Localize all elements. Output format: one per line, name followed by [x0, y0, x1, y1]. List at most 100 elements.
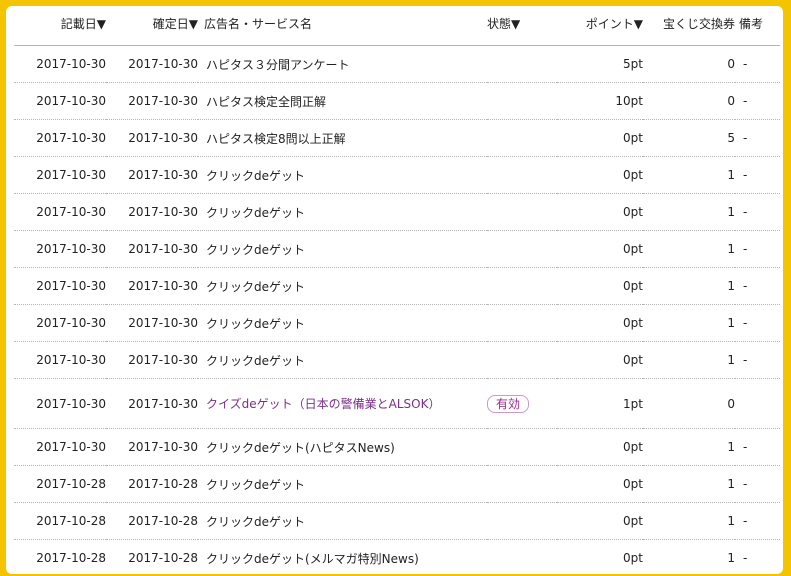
confirm-date-cell: 2017-10-30	[106, 119, 198, 157]
ad-name-cell: クリックdeゲット	[198, 465, 487, 503]
confirm-date-cell: 2017-10-30	[106, 267, 198, 305]
record-date-cell: 2017-10-30	[14, 45, 106, 83]
table-row: 2017-10-28 2017-10-28 クリックdeゲット 0pt 1-	[14, 502, 780, 540]
table-row: 2017-10-30 2017-10-30 クリックdeゲット 0pt 1-	[14, 230, 780, 268]
points-cell: 0pt	[557, 465, 643, 503]
status-cell	[487, 45, 557, 83]
table-row: 2017-10-28 2017-10-28 クリックdeゲット 0pt 1-	[14, 465, 780, 503]
status-cell	[487, 156, 557, 194]
sort-points[interactable]: ポイント▼	[557, 14, 643, 46]
confirm-date-cell: 2017-10-30	[106, 45, 198, 83]
lottery-cell: 5	[643, 119, 735, 157]
remarks-cell: -	[735, 428, 780, 466]
sort-record-date[interactable]: 記載日▼	[14, 14, 106, 46]
header-lottery: 宝くじ交換券	[643, 14, 735, 46]
points-cell: 0pt	[557, 267, 643, 305]
history-panel: 記載日▼ 確定日▼ 広告名・サービス名 状態▼ ポイント▼ 宝くじ交換券 備考 …	[6, 6, 783, 574]
table-row: 2017-10-30 2017-10-30 クリックdeゲット 0pt 1-	[14, 156, 780, 194]
confirm-date-cell: 2017-10-28	[106, 465, 198, 503]
confirm-date-cell: 2017-10-30	[106, 193, 198, 231]
points-cell: 0pt	[557, 193, 643, 231]
record-date-cell: 2017-10-28	[14, 465, 106, 503]
lottery-cell: 1	[643, 230, 735, 268]
confirm-date-cell: 2017-10-28	[106, 539, 198, 574]
ad-name-cell: クイズdeゲット（日本の警備業とALSOK）	[198, 378, 487, 429]
record-date-cell: 2017-10-30	[14, 119, 106, 157]
status-cell	[487, 193, 557, 231]
points-cell: 0pt	[557, 341, 643, 379]
status-cell	[487, 82, 557, 120]
status-badge: 有効	[487, 394, 530, 413]
table-row: 2017-10-30 2017-10-30 ハピタス検定全問正解 10pt 0-	[14, 82, 780, 120]
lottery-cell: 0	[643, 45, 735, 83]
remarks-cell: -	[735, 502, 780, 540]
status-cell	[487, 502, 557, 540]
lottery-cell: 1	[643, 267, 735, 305]
points-cell: 0pt	[557, 502, 643, 540]
ad-name-cell: クリックdeゲット(メルマガ特別News)	[198, 539, 487, 574]
points-cell: 0pt	[557, 428, 643, 466]
remarks-cell: -	[735, 156, 780, 194]
ad-name-cell: クリックdeゲット	[198, 304, 487, 342]
record-date-cell: 2017-10-28	[14, 539, 106, 574]
lottery-cell: 1	[643, 304, 735, 342]
status-cell: 有効	[487, 378, 557, 429]
sort-status[interactable]: 状態▼	[487, 14, 557, 46]
remarks-cell: -	[735, 82, 780, 120]
lottery-cell: 1	[643, 539, 735, 574]
remarks-cell: -	[735, 341, 780, 379]
points-cell: 1pt	[557, 378, 643, 429]
remarks-cell: -	[735, 304, 780, 342]
status-cell	[487, 428, 557, 466]
header-remarks: 備考	[735, 14, 780, 46]
table-row: 2017-10-30 2017-10-30 ハピタス検定8問以上正解 0pt 5-	[14, 119, 780, 157]
record-date-cell: 2017-10-30	[14, 341, 106, 379]
remarks-cell: -	[735, 193, 780, 231]
table-row: 2017-10-30 2017-10-30 クイズdeゲット（日本の警備業とALSO…	[14, 378, 780, 429]
remarks-cell: -	[735, 539, 780, 574]
status-cell	[487, 304, 557, 342]
record-date-cell: 2017-10-30	[14, 428, 106, 466]
record-date-cell: 2017-10-30	[14, 193, 106, 231]
confirm-date-cell: 2017-10-30	[106, 341, 198, 379]
confirm-date-cell: 2017-10-30	[106, 378, 198, 429]
lottery-cell: 1	[643, 156, 735, 194]
ad-name-cell: ハピタス検定全問正解	[198, 82, 487, 120]
record-date-cell: 2017-10-30	[14, 267, 106, 305]
sort-confirm-date[interactable]: 確定日▼	[106, 14, 198, 46]
confirm-date-cell: 2017-10-30	[106, 156, 198, 194]
confirm-date-cell: 2017-10-30	[106, 428, 198, 466]
record-date-cell: 2017-10-30	[14, 378, 106, 429]
lottery-cell: 1	[643, 502, 735, 540]
ad-name-cell: クリックdeゲット	[198, 193, 487, 231]
status-cell	[487, 465, 557, 503]
remarks-cell: -	[735, 465, 780, 503]
points-cell: 0pt	[557, 304, 643, 342]
ad-name-cell: クリックdeゲット	[198, 267, 487, 305]
status-cell	[487, 539, 557, 574]
points-cell: 5pt	[557, 45, 643, 83]
table-row: 2017-10-30 2017-10-30 クリックdeゲット(ハピタスNews) 0…	[14, 428, 780, 466]
table-row: 2017-10-30 2017-10-30 ハピタス３分間アンケート 5pt 0-	[14, 45, 780, 83]
ad-name-cell: ハピタス検定8問以上正解	[198, 119, 487, 157]
points-cell: 0pt	[557, 230, 643, 268]
remarks-cell: -	[735, 230, 780, 268]
status-cell	[487, 267, 557, 305]
table-row: 2017-10-28 2017-10-28 クリックdeゲット(メルマガ特別News…	[14, 539, 780, 574]
table-row: 2017-10-30 2017-10-30 クリックdeゲット 0pt 1-	[14, 193, 780, 231]
confirm-date-cell: 2017-10-30	[106, 304, 198, 342]
points-cell: 10pt	[557, 82, 643, 120]
confirm-date-cell: 2017-10-30	[106, 230, 198, 268]
ad-name-link[interactable]: クイズdeゲット（日本の警備業とALSOK）	[206, 397, 440, 411]
confirm-date-cell: 2017-10-28	[106, 502, 198, 540]
lottery-cell: 1	[643, 465, 735, 503]
ad-name-cell: クリックdeゲット	[198, 341, 487, 379]
record-date-cell: 2017-10-28	[14, 502, 106, 540]
lottery-cell: 0	[643, 82, 735, 120]
lottery-cell: 0	[643, 378, 735, 429]
ad-name-cell: クリックdeゲット	[198, 230, 487, 268]
points-cell: 0pt	[557, 119, 643, 157]
ad-name-cell: クリックdeゲット	[198, 156, 487, 194]
remarks-cell: -	[735, 45, 780, 83]
status-cell	[487, 230, 557, 268]
